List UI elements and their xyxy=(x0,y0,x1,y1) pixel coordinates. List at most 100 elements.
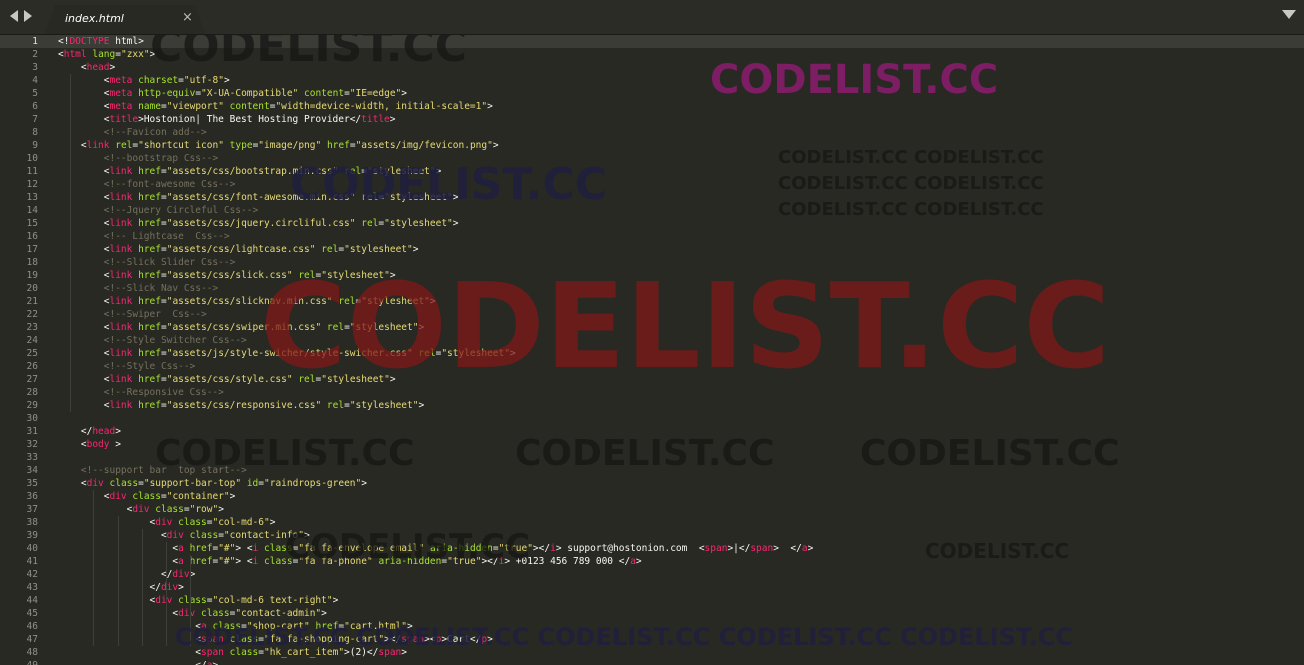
code-token: > xyxy=(115,426,121,437)
indent-guide xyxy=(142,529,143,646)
code-token: < xyxy=(58,647,201,658)
code-token: "true" xyxy=(447,556,482,567)
code-token: > xyxy=(509,348,516,359)
code-token: > xyxy=(389,374,396,385)
line-code: <div class="container"> xyxy=(58,490,236,503)
code-token: >< xyxy=(424,634,436,645)
line-code: <a href="#"> <i class="fa fa-envelope em… xyxy=(58,542,813,555)
line-number: 11 xyxy=(26,166,38,177)
code-token: "width=device-width, initial-scale=1" xyxy=(275,101,488,112)
tab-index-html[interactable]: index.html × xyxy=(45,5,205,34)
code-token: link xyxy=(109,270,133,281)
line-number: 23 xyxy=(26,322,38,333)
code-token: div xyxy=(166,530,184,541)
code-token: > xyxy=(452,192,459,203)
code-token: "stylesheet" xyxy=(344,244,413,255)
code-token: href xyxy=(189,556,213,567)
code-token: href xyxy=(138,244,161,255)
code-token: < xyxy=(58,62,87,73)
code-token: < xyxy=(58,296,110,307)
code-token: > xyxy=(218,504,224,515)
code-token: "utf-8" xyxy=(183,75,224,86)
line-code: <link href="assets/css/responsive.css" r… xyxy=(58,399,424,412)
code-token: <!--Style Switcher Css--> xyxy=(58,335,247,346)
code-token: "stylesheet" xyxy=(321,374,390,385)
code-token: > xyxy=(418,322,425,333)
code-token: > xyxy=(412,244,419,255)
code-token: "assets/css/responsive.css" xyxy=(166,400,322,411)
code-token: body xyxy=(86,439,110,450)
line-code: <!-- Lightcase Css--> xyxy=(58,230,230,243)
code-token: "assets/css/swiper.min.css" xyxy=(166,322,322,333)
line-code: <head> xyxy=(58,61,115,74)
close-icon[interactable]: × xyxy=(182,10,193,25)
watermark-text: CODELIST.CC CODELIST.CC xyxy=(778,173,1044,194)
code-token: "assets/css/lightcase.css" xyxy=(166,244,316,255)
code-token: class xyxy=(201,608,230,619)
tab-menu-chevron-icon[interactable] xyxy=(1282,10,1296,19)
forward-arrow-icon[interactable] xyxy=(24,10,32,22)
line-code: <link href="assets/css/jquery.circliful.… xyxy=(58,217,459,230)
code-token: class xyxy=(132,491,161,502)
code-token: ></ xyxy=(532,543,551,554)
code-token: div xyxy=(155,517,173,528)
code-token: span xyxy=(401,634,425,645)
code-token: > < xyxy=(235,543,253,554)
code-token: div xyxy=(172,569,190,580)
code-token: href xyxy=(138,296,161,307)
line-code: <link href="assets/css/font-awesome.min.… xyxy=(58,191,459,204)
code-token: </ xyxy=(58,426,93,437)
indent-guide xyxy=(70,74,71,412)
code-token: > xyxy=(149,49,156,60)
line-code: <meta name="viewport" content="width=dev… xyxy=(58,100,493,113)
code-token: </ xyxy=(58,660,206,665)
code-token: > xyxy=(807,543,814,554)
code-token: link xyxy=(109,400,133,411)
code-token: <!--Favicon add--> xyxy=(58,127,207,138)
code-token: < xyxy=(58,75,110,86)
code-token: "image/png" xyxy=(258,140,322,151)
code-token: span xyxy=(201,647,224,658)
code-token: content xyxy=(229,101,270,112)
line-code: <a href="#"> <i class="fa fa-phone" aria… xyxy=(58,555,641,568)
line-number: 5 xyxy=(32,88,38,99)
code-token: <!--Slick Slider Css--> xyxy=(58,257,236,268)
code-token: > xyxy=(401,647,407,658)
code-editor[interactable]: 1 <!DOCTYPE html> 2 <html lang="zxx"> 3 <hea… xyxy=(0,35,1304,665)
code-token: > xyxy=(407,621,413,632)
code-token: < xyxy=(58,595,156,606)
code-token: href xyxy=(315,621,339,632)
code-token: class xyxy=(189,530,219,541)
line-number: 30 xyxy=(26,413,38,424)
code-token: rel xyxy=(344,166,362,177)
code-token: > xyxy=(223,75,230,86)
code-token: "assets/js/style-swicher/style-swicher.c… xyxy=(166,348,413,359)
code-token: <!-- Lightcase Css--> xyxy=(58,231,230,242)
code-token: < xyxy=(58,530,167,541)
code-token: link xyxy=(109,244,133,255)
line-code: <link href="assets/css/bootstrap.min.css… xyxy=(58,165,442,178)
code-token: < xyxy=(58,517,156,528)
code-token: </ xyxy=(58,569,173,580)
code-token: link xyxy=(109,218,133,229)
code-token: aria-hidden xyxy=(378,556,442,567)
back-arrow-icon[interactable] xyxy=(10,10,18,22)
line-code: <link href="assets/css/lightcase.css" re… xyxy=(58,243,419,256)
line-number: 12 xyxy=(26,179,38,190)
line-code: <a class="shop-cart" href="cart.html"> xyxy=(58,620,413,633)
code-token: < xyxy=(58,634,201,645)
code-token: href xyxy=(326,140,350,151)
code-token: aria-hidden xyxy=(429,543,493,554)
current-line-highlight xyxy=(0,35,1304,48)
code-token: >|</ xyxy=(727,543,751,554)
code-token: < xyxy=(58,192,110,203)
line-code: <link href="assets/js/style-swicher/styl… xyxy=(58,347,516,360)
line-number: 37 xyxy=(26,504,38,515)
line-number: 2 xyxy=(32,49,38,60)
code-token: class xyxy=(109,478,139,489)
code-token: <!--Responsive Css--> xyxy=(58,387,224,398)
code-token: > xyxy=(178,582,184,593)
line-number: 49 xyxy=(0,659,38,665)
code-token: href xyxy=(138,192,161,203)
code-token: "assets/css/bootstrap.min.css" xyxy=(166,166,339,177)
